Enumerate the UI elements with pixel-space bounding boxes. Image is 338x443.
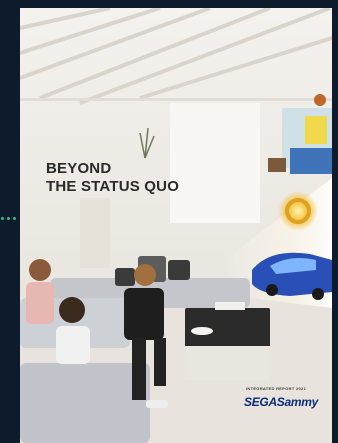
company-logo: SEGASammy: [244, 395, 318, 409]
cover-title-line-1: BEYOND: [46, 160, 112, 177]
indicator-dot: [7, 217, 10, 220]
cover-photo: [20, 8, 332, 443]
plant: [139, 127, 155, 159]
window: [170, 103, 260, 223]
ceiling-edge: [20, 98, 332, 101]
golden-ring-glow: [278, 191, 318, 231]
report-label: INTEGRATED REPORT 2021: [246, 386, 307, 391]
viewer: BEYOND THE STATUS QUO INTEGRATED REPORT …: [0, 0, 338, 443]
ceiling-beams: [20, 8, 332, 105]
indicator-dot: [1, 217, 4, 220]
coffee-table: [185, 302, 270, 380]
door: [80, 198, 110, 268]
report-cover[interactable]: BEYOND THE STATUS QUO INTEGRATED REPORT …: [20, 8, 332, 443]
shelf-objects: [268, 94, 332, 174]
cover-title-line-2: THE STATUS QUO: [46, 178, 180, 195]
indicator-dot: [13, 217, 16, 220]
child-left: [26, 259, 54, 324]
page-indicator-dots[interactable]: [0, 214, 20, 222]
cover-title: BEYOND THE STATUS QUO: [46, 160, 179, 196]
